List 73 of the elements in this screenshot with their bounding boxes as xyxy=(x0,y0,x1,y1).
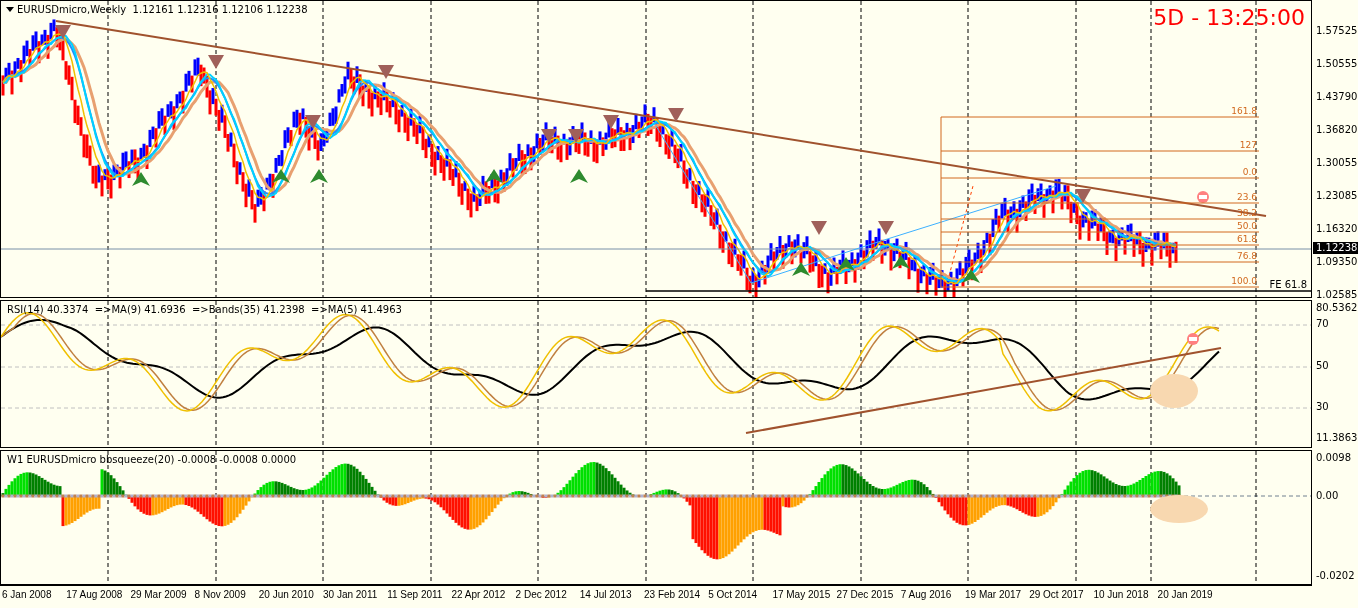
up-arrow-icon xyxy=(132,172,150,186)
highlight-ellipse xyxy=(1150,374,1198,408)
date-axis-label: 27 Dec 2015 xyxy=(836,589,894,600)
up-arrow-icon xyxy=(272,169,290,183)
squeeze-axis-label: 0.0098 xyxy=(1316,452,1351,464)
price-axis-label: 1.57525 xyxy=(1316,25,1358,37)
price-axis-label: 1.23085 xyxy=(1316,190,1358,202)
date-axis-label: 22 Apr 2012 xyxy=(451,589,506,600)
date-axis-label: 10 Jun 2018 xyxy=(1093,589,1149,600)
date-axis-label: 20 Jun 2010 xyxy=(258,589,314,600)
fe-label: FE 61.8 xyxy=(1269,279,1307,291)
down-arrow-icon xyxy=(541,129,557,143)
date-axis-label: 8 Nov 2009 xyxy=(194,589,246,600)
up-arrow-icon xyxy=(310,169,328,183)
date-axis-label: 29 Mar 2009 xyxy=(130,589,187,600)
squeeze-header: W1 EURUSDmicro bbsqueeze(20) -0.0008 -0.0008 0.0000 xyxy=(7,454,297,465)
rsi-header: RSI(14) 40.3374 =>MA(9) 41.6936 =>Bands(35) 41.2398 =>MA(5) 41.4963 xyxy=(7,304,402,315)
fibonacci-level-label: 127 xyxy=(1239,140,1257,150)
date-axis-label: 7 Aug 2016 xyxy=(900,589,952,600)
down-arrow-icon xyxy=(568,129,584,143)
price-axis-label: 1.16320 xyxy=(1316,223,1358,235)
down-arrow-icon xyxy=(305,115,321,129)
fibonacci-level-label: 161.8 xyxy=(1231,106,1257,116)
price-axis-label: 1.09350 xyxy=(1316,256,1358,268)
down-arrow-icon xyxy=(55,25,71,39)
down-arrow-icon xyxy=(603,115,619,129)
up-arrow-icon xyxy=(485,169,503,183)
bar-countdown: 5D - 13:25:00 xyxy=(1153,5,1305,30)
squeeze-axis-label: 0.00 xyxy=(1316,490,1339,502)
date-axis-label: 19 Mar 2017 xyxy=(965,589,1022,600)
down-arrow-icon xyxy=(208,55,224,69)
up-arrow-icon xyxy=(892,255,910,269)
price-axis-label: 1.02585 xyxy=(1316,289,1358,301)
date-axis-label: 17 Aug 2008 xyxy=(66,589,123,600)
date-axis-label: 6 Jan 2008 xyxy=(2,589,52,600)
down-arrow-icon xyxy=(378,65,394,79)
down-arrow-icon xyxy=(668,108,684,122)
squeeze-axis-label: -0.0202 xyxy=(1316,570,1355,582)
rsi-axis-label: 11.3863 xyxy=(1316,432,1358,444)
rsi-axis-label: 80.5362 xyxy=(1316,302,1358,314)
fibonacci-level-label: 50.0 xyxy=(1236,221,1257,231)
fibonacci-level-label: 76.8 xyxy=(1236,251,1257,261)
up-arrow-icon xyxy=(570,169,588,183)
date-axis-label: 29 Oct 2017 xyxy=(1029,589,1084,600)
down-arrow-icon xyxy=(1075,189,1091,203)
date-axis-label: 5 Oct 2014 xyxy=(708,589,758,600)
date-axis-label: 23 Feb 2014 xyxy=(644,589,701,600)
caret-icon[interactable] xyxy=(6,7,14,12)
date-axis-label: 2 Dec 2012 xyxy=(515,589,567,600)
price-axis-label: 1.36820 xyxy=(1316,124,1358,136)
price-axis-label: 1.50555 xyxy=(1316,58,1358,70)
rsi-axis-label: 50 xyxy=(1316,360,1329,372)
up-arrow-icon xyxy=(837,257,855,271)
current-price-tag: 1.12238 xyxy=(1313,242,1358,254)
fibonacci-level-label: 0.0 xyxy=(1242,167,1257,177)
fibonacci-level-label: 23.6 xyxy=(1236,192,1257,202)
up-arrow-icon xyxy=(792,262,810,276)
chart-header: EURUSDmicro,Weekly 1.12161 1.12316 1.12106 1.12238 xyxy=(17,4,308,15)
date-axis-label: 30 Jan 2011 xyxy=(323,589,378,600)
up-arrow-icon xyxy=(962,269,980,283)
price-axis-label: 1.30055 xyxy=(1316,157,1358,169)
highlight-ellipse xyxy=(1150,495,1208,523)
fibonacci-level-label: 61.8 xyxy=(1236,234,1257,244)
date-axis-label: 14 Jul 2013 xyxy=(579,589,632,600)
rsi-axis-label: 70 xyxy=(1316,318,1329,330)
date-axis-label: 17 May 2015 xyxy=(772,589,831,600)
date-axis-label: 11 Sep 2011 xyxy=(387,589,443,600)
fibonacci-level-label: 100.0 xyxy=(1231,276,1257,286)
rsi-axis-label: 30 xyxy=(1316,401,1329,413)
date-axis-label: 20 Jan 2019 xyxy=(1157,589,1213,600)
down-arrow-icon xyxy=(878,221,894,235)
price-axis-label: 1.43790 xyxy=(1316,91,1358,103)
down-arrow-icon xyxy=(811,221,827,235)
